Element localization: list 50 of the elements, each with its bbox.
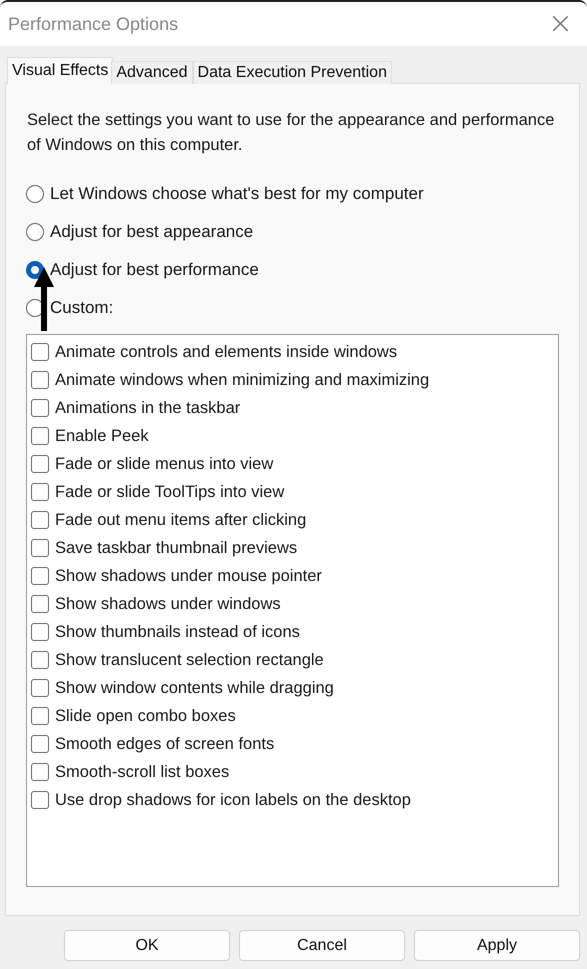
checkbox[interactable] — [31, 399, 49, 417]
checkbox-label[interactable]: Animate controls and elements inside windows — [55, 342, 398, 362]
checkbox[interactable] — [31, 763, 49, 781]
checkbox-label[interactable]: Smooth edges of screen fonts — [55, 734, 274, 754]
radio-label[interactable]: Let Windows choose what's best for my computer — [50, 184, 424, 204]
checkbox[interactable] — [31, 679, 49, 697]
checkbox-label[interactable]: Use drop shadows for icon labels on the desktop — [55, 790, 411, 810]
checkbox[interactable] — [31, 511, 49, 529]
radio-label[interactable]: Adjust for best appearance — [50, 222, 254, 242]
dialog-button[interactable]: Apply — [414, 930, 580, 961]
tab[interactable]: Visual Effects — [7, 57, 114, 84]
dialog-button[interactable]: Cancel — [239, 930, 405, 961]
checkbox-label[interactable]: Save taskbar thumbnail previews — [55, 538, 298, 558]
checkbox[interactable] — [31, 623, 49, 641]
checkbox[interactable] — [31, 651, 49, 669]
window-title: Performance Options — [8, 14, 178, 34]
checkbox[interactable] — [31, 735, 49, 753]
checkbox[interactable] — [31, 791, 49, 809]
radio-label[interactable]: Custom: — [50, 298, 114, 318]
checkbox-label[interactable]: Show shadows under windows — [55, 594, 281, 614]
checkbox-label[interactable]: Animate windows when minimizing and maximizing — [55, 370, 430, 390]
checkbox-label[interactable]: Show window contents while dragging — [55, 678, 334, 698]
radio-label[interactable]: Adjust for best performance — [50, 260, 259, 280]
checkbox-label[interactable]: Fade or slide menus into view — [55, 454, 274, 474]
radio-button[interactable] — [26, 222, 44, 240]
checkbox[interactable] — [31, 595, 49, 613]
checkbox-label[interactable]: Fade out menu items after clicking — [55, 510, 306, 530]
checkbox-label[interactable]: Slide open combo boxes — [55, 706, 236, 726]
radio-button[interactable] — [26, 184, 44, 202]
description-text: Select the settings you want to use for the appearance and performance of Windows on this computer. — [26, 110, 556, 156]
checkbox[interactable] — [31, 427, 49, 445]
checkbox[interactable] — [31, 539, 49, 557]
checkbox-label[interactable]: Smooth-scroll list boxes — [55, 762, 230, 782]
checkbox-label[interactable]: Show shadows under mouse pointer — [55, 566, 322, 586]
checkbox[interactable] — [31, 343, 49, 361]
checkbox-label[interactable]: Show thumbnails instead of icons — [55, 622, 300, 642]
checkbox-label[interactable]: Animations in the taskbar — [55, 398, 240, 418]
checkbox-label[interactable]: Fade or slide ToolTips into view — [55, 482, 284, 502]
radio-button[interactable] — [26, 260, 44, 278]
checkbox[interactable] — [31, 483, 49, 501]
tab[interactable]: Data Execution Prevention — [192, 61, 392, 84]
checkbox[interactable] — [31, 455, 49, 473]
checkbox[interactable] — [31, 371, 49, 389]
dialog-button[interactable]: OK — [64, 930, 230, 961]
close-button[interactable]: × — [540, 9, 581, 39]
checkbox-label[interactable]: Enable Peek — [55, 426, 149, 446]
checkbox[interactable] — [31, 707, 49, 725]
checkbox[interactable] — [31, 567, 49, 585]
checkbox-label[interactable]: Show translucent selection rectangle — [55, 650, 324, 670]
tab[interactable]: Advanced — [111, 61, 193, 84]
